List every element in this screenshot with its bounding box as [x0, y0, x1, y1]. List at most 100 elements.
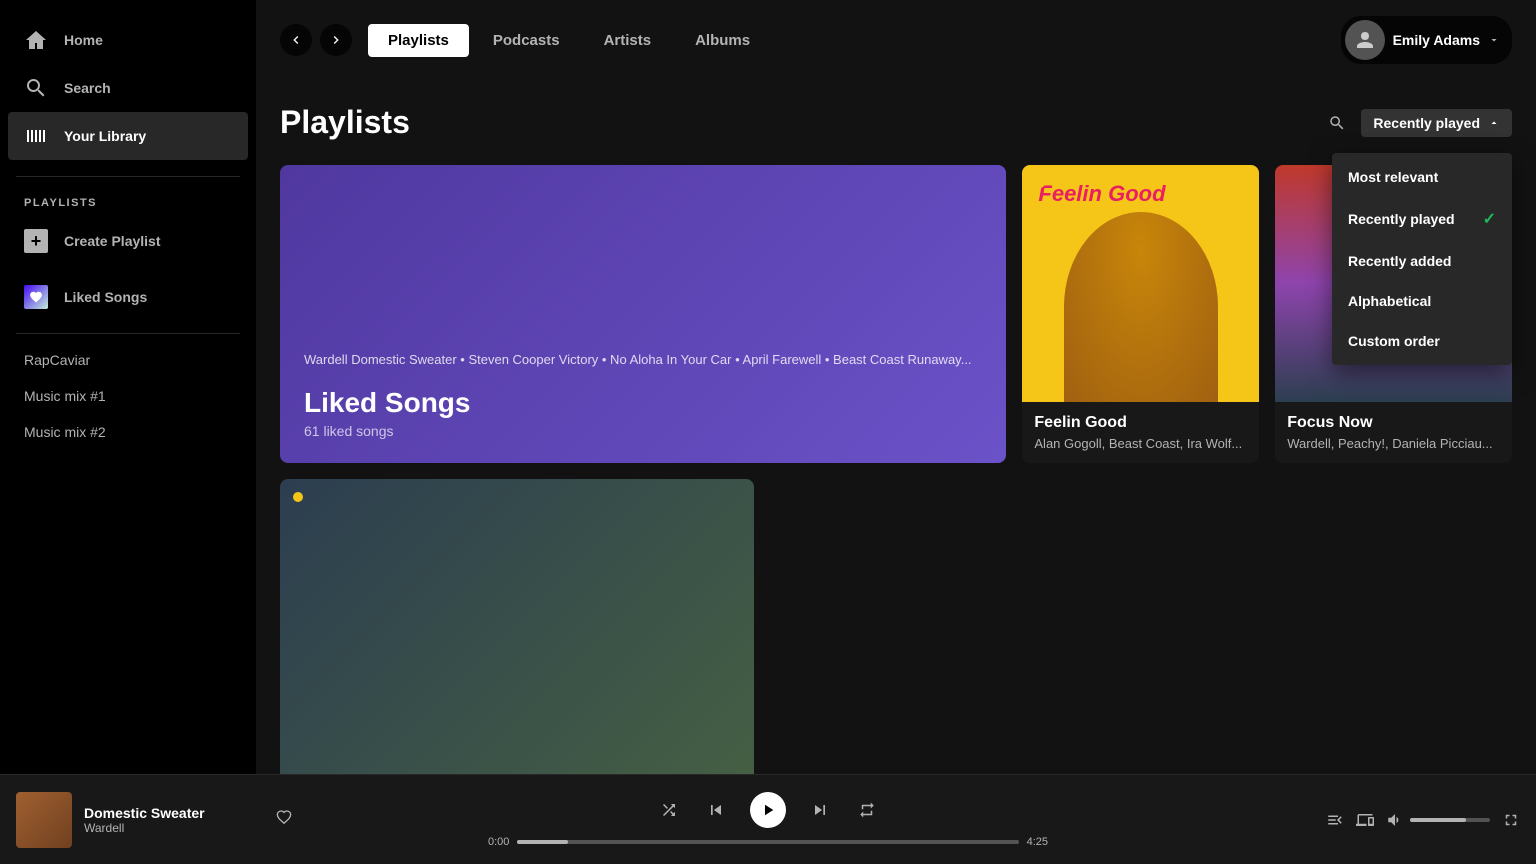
sidebar-item-home[interactable]: Home — [8, 16, 248, 64]
app: Home Search Your Library PLAYLISTS + Cre… — [0, 0, 1536, 864]
sort-option-most-relevant[interactable]: Most relevant — [1332, 157, 1512, 197]
total-time: 4:25 — [1027, 836, 1048, 848]
sort-option-alphabetical[interactable]: Alphabetical — [1332, 281, 1512, 321]
back-icon — [288, 32, 304, 48]
playlist-label: Music mix #1 — [24, 388, 106, 404]
sort-label: Recently played — [1373, 115, 1480, 131]
user-avatar — [1345, 20, 1385, 60]
filter-row: Recently played Most relevant Recently p… — [1321, 107, 1512, 139]
person-silhouette — [1064, 212, 1218, 401]
good-badge — [288, 487, 308, 507]
search-icon — [24, 76, 48, 100]
sidebar-library-label: Your Library — [64, 128, 146, 144]
previous-button[interactable] — [702, 796, 730, 824]
queue-button[interactable] — [1326, 811, 1344, 829]
sidebar-search-label: Search — [64, 80, 111, 96]
content-search-button[interactable] — [1321, 107, 1353, 139]
liked-songs-text: Wardell Domestic Sweater • Steven Cooper… — [304, 350, 982, 371]
volume-button[interactable] — [1386, 811, 1404, 829]
tab-playlists[interactable]: Playlists — [368, 24, 469, 57]
prev-icon — [706, 800, 726, 820]
feelin-good-image: Feelin Good — [1022, 165, 1259, 402]
sort-dropdown-menu: Most relevant Recently played ✓ Recently… — [1332, 153, 1512, 365]
player-track-info: Domestic Sweater Wardell — [84, 805, 260, 835]
focus-now-info: Focus Now Wardell, Peachy!, Daniela Picc… — [1275, 402, 1512, 463]
spotify-dot-icon — [1030, 173, 1050, 193]
tab-albums[interactable]: Albums — [675, 24, 770, 57]
sort-option-recently-added[interactable]: Recently added — [1332, 241, 1512, 281]
sidebar-item-search[interactable]: Search — [8, 64, 248, 112]
next-button[interactable] — [806, 796, 834, 824]
sidebar-divider-2 — [16, 333, 240, 334]
sort-option-recently-played[interactable]: Recently played ✓ — [1332, 197, 1512, 241]
player-bar: Domestic Sweater Wardell — [0, 774, 1536, 864]
repeat-icon — [858, 801, 876, 819]
sidebar-nav: Home Search Your Library — [0, 8, 256, 168]
player-track-name: Domestic Sweater — [84, 805, 260, 821]
forward-button[interactable] — [320, 24, 352, 56]
liked-songs-card-title: Liked Songs — [304, 387, 982, 419]
repeat-button[interactable] — [854, 797, 880, 823]
player-center: 0:00 4:25 — [296, 792, 1240, 848]
fullscreen-icon — [1502, 811, 1520, 829]
content-inner: Playlists Recently played Most relevant — [256, 80, 1536, 774]
sidebar-playlist-rapcaviar[interactable]: RapCaviar — [0, 342, 256, 378]
chevron-down-icon — [1488, 34, 1500, 46]
sidebar: Home Search Your Library PLAYLISTS + Cre… — [0, 0, 256, 774]
tab-podcasts[interactable]: Podcasts — [473, 24, 580, 57]
tab-artists[interactable]: Artists — [584, 24, 672, 57]
back-button[interactable] — [280, 24, 312, 56]
topbar-right: Emily Adams — [1341, 16, 1512, 64]
queue-icon — [1326, 811, 1344, 829]
content-area: Playlists Podcasts Artists Albums Emily … — [256, 0, 1536, 774]
fullscreen-button[interactable] — [1502, 811, 1520, 829]
like-button[interactable] — [272, 805, 296, 834]
create-playlist-button[interactable]: + Create Playlist — [8, 217, 248, 265]
create-playlist-label: Create Playlist — [64, 233, 161, 249]
feelin-good-img-wrap: Feelin Good — [1022, 165, 1259, 402]
spotify-dot-good-icon — [288, 487, 308, 507]
liked-songs-icon — [24, 285, 48, 309]
content-header: Playlists Recently played Most relevant — [280, 104, 1512, 141]
sort-option-label: Custom order — [1348, 333, 1440, 349]
progress-track[interactable] — [517, 840, 1018, 844]
playlist-label: Music mix #2 — [24, 424, 106, 440]
volume-track[interactable] — [1410, 818, 1490, 822]
sidebar-divider — [16, 176, 240, 177]
sort-option-label: Most relevant — [1348, 169, 1438, 185]
volume-icon — [1386, 811, 1404, 829]
devices-button[interactable] — [1356, 811, 1374, 829]
shuffle-button[interactable] — [656, 797, 682, 823]
topbar: Playlists Podcasts Artists Albums Emily … — [256, 0, 1536, 80]
volume-control — [1386, 811, 1490, 829]
sidebar-playlist-musicmix2[interactable]: Music mix #2 — [0, 414, 256, 450]
liked-songs-card[interactable]: Wardell Domestic Sweater • Steven Cooper… — [280, 165, 1006, 463]
sort-option-label: Recently played — [1348, 211, 1455, 227]
page-title: Playlists — [280, 104, 410, 141]
sort-option-custom-order[interactable]: Custom order — [1332, 321, 1512, 361]
good-card[interactable]: Goo... Kid Indigo, Ira Wolf, Marie-Clo..… — [280, 479, 754, 774]
heart-solid-icon — [29, 290, 43, 304]
playlist-label: RapCaviar — [24, 352, 90, 368]
user-menu-button[interactable]: Emily Adams — [1341, 16, 1512, 64]
sort-option-label: Recently added — [1348, 253, 1451, 269]
focus-now-subtitle: Wardell, Peachy!, Daniela Picciau... — [1287, 436, 1500, 451]
liked-songs-label: Liked Songs — [64, 289, 147, 305]
good-img-wrap — [280, 479, 754, 774]
feelin-good-card[interactable]: Feelin Good Feelin Good Alan Gogoll, Bea… — [1022, 165, 1259, 463]
playlists-section-label: PLAYLISTS — [0, 185, 256, 213]
liked-songs-button[interactable]: Liked Songs — [8, 273, 248, 321]
feelin-good-overlay-text: Feelin Good — [1038, 181, 1165, 207]
sidebar-item-library[interactable]: Your Library — [8, 112, 248, 160]
focus-now-title: Focus Now — [1287, 414, 1500, 432]
sort-dropdown-button[interactable]: Recently played Most relevant Recently p… — [1361, 109, 1512, 137]
player-right — [1240, 811, 1520, 829]
feelin-good-info: Feelin Good Alan Gogoll, Beast Coast, Ir… — [1022, 402, 1259, 463]
liked-songs-count: 61 liked songs — [304, 423, 982, 439]
heart-icon — [276, 809, 292, 825]
avatar-icon — [1353, 28, 1377, 52]
good-image — [280, 479, 754, 774]
play-pause-button[interactable] — [750, 792, 786, 828]
sidebar-playlist-musicmix1[interactable]: Music mix #1 — [0, 378, 256, 414]
nav-tabs: Playlists Podcasts Artists Albums — [368, 24, 770, 57]
